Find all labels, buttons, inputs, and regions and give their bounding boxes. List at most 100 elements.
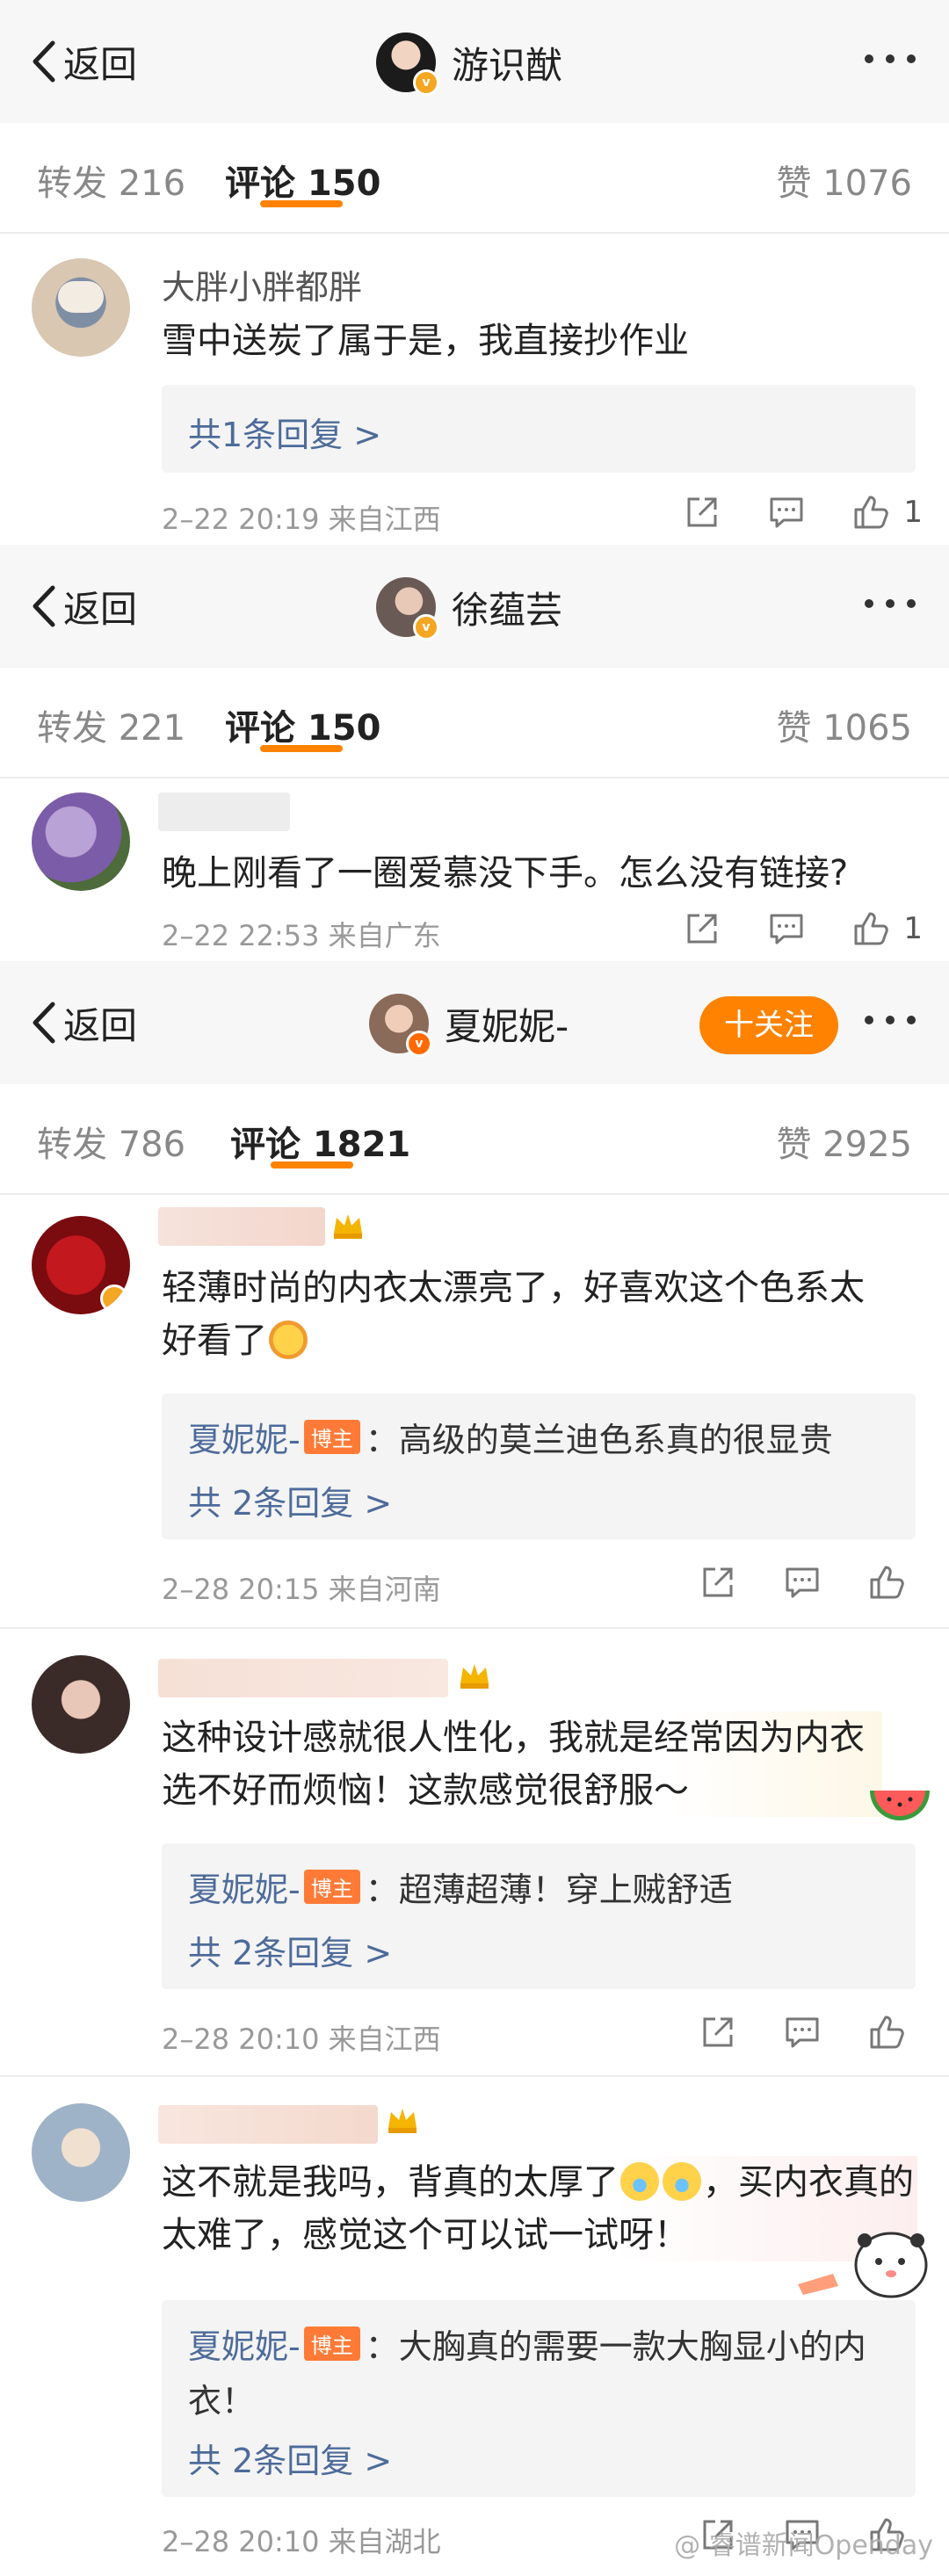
follow-button[interactable]: 十关注 — [699, 996, 838, 1054]
reply-author[interactable]: 夏妮妮- — [188, 2327, 301, 2366]
view-replies-link[interactable]: 共1条回复 > — [188, 408, 381, 456]
active-tab-underline — [260, 200, 343, 207]
more-dots-icon[interactable] — [865, 54, 916, 63]
tab-repost[interactable]: 转发 786 — [37, 1116, 185, 1167]
back-label: 返回 — [63, 42, 138, 86]
comment-meta: 2–28 20:15 来自河南 — [162, 1573, 441, 1606]
tab-comments[interactable]: 评论 150 — [225, 155, 380, 206]
avatar[interactable] — [32, 1655, 130, 1754]
like-icon[interactable] — [866, 2012, 907, 2052]
level-crown-icon — [334, 1214, 362, 1239]
comment-actions — [654, 1562, 907, 1603]
comment-icon[interactable] — [766, 492, 807, 532]
reply-box[interactable]: 夏妮妮- 博主 ：大胸真的需要一款大胸显小的内 衣！ 共 2条回复 > — [162, 2300, 916, 2497]
tab-comments[interactable]: 评论 1821 — [230, 1116, 410, 1167]
back-chevron-icon — [33, 40, 55, 83]
comment-meta: 2–22 20:19 来自江西 — [162, 503, 441, 536]
verified-badge-icon: v — [413, 614, 439, 640]
nav-header: 返回 v 游识猷 — [0, 0, 949, 123]
back-button[interactable]: 返回 — [28, 996, 137, 1049]
tab-likes[interactable]: 赞 1065 — [776, 699, 912, 750]
author-tag: 博主 — [303, 1420, 360, 1454]
reply-author[interactable]: 夏妮妮- — [188, 1421, 301, 1459]
comment-text: 这种设计感就很人性化，我就是经常因为内衣选不好而烦恼！这款感觉很舒服～ — [162, 1711, 882, 1817]
avatar[interactable] — [32, 1216, 130, 1314]
comment-text: 晚上刚看了一圈爱慕没下手。怎么没有链接? — [162, 853, 849, 894]
avatar[interactable] — [32, 258, 130, 357]
share-icon[interactable] — [682, 492, 722, 532]
verified-badge-icon: v — [406, 1031, 432, 1057]
author-name: 游识猷 — [452, 43, 563, 87]
reply-box[interactable]: 共1条回复 > — [162, 385, 916, 473]
tab-repost[interactable]: 转发 221 — [37, 699, 185, 750]
tab-comments[interactable]: 评论 150 — [225, 699, 380, 750]
like-icon[interactable] — [851, 492, 891, 532]
reply-box[interactable]: 夏妮妮- 博主 ：超薄超薄！穿上贼舒适 共 2条回复 > — [162, 1843, 916, 1989]
tab-likes[interactable]: 赞 2925 — [776, 1116, 912, 1167]
level-crown-icon — [460, 1664, 489, 1689]
cartoon-sticker-icon — [798, 2232, 928, 2298]
avatar[interactable]: v — [376, 577, 439, 640]
view-replies-link[interactable]: 共 2条回复 > — [188, 2434, 392, 2482]
comment-username[interactable]: 大胖小胖都胖 — [162, 260, 362, 308]
emoji-icon — [269, 1321, 308, 1359]
author-name: 徐蕴芸 — [452, 588, 563, 632]
blurred-username — [158, 1659, 448, 1697]
back-chevron-icon — [33, 1002, 55, 1044]
reply-box[interactable]: 夏妮妮- 博主 ：高级的莫兰迪色系真的很显贵 共 2条回复 > — [162, 1393, 916, 1539]
back-button[interactable]: 返回 — [28, 580, 137, 633]
more-dots-icon[interactable] — [865, 1016, 916, 1024]
active-tab-underline — [271, 1161, 353, 1169]
like-count: 1 — [903, 495, 923, 530]
reply-text: ：超薄超薄！穿上贼舒适 — [365, 1870, 733, 1909]
back-button[interactable]: 返回 — [28, 35, 137, 88]
avatar[interactable]: v — [369, 994, 432, 1057]
active-tab-underline — [260, 745, 343, 752]
reply-line: 夏妮妮- 博主 ：大胸真的需要一款大胸显小的内 — [188, 2319, 866, 2368]
post-author[interactable]: v 游识猷 — [376, 32, 563, 96]
like-icon[interactable] — [866, 1562, 907, 1603]
blurred-username — [158, 1207, 325, 1246]
divider — [0, 1627, 949, 1629]
reply-author[interactable]: 夏妮妮- — [188, 1870, 301, 1909]
back-label: 返回 — [63, 1003, 138, 1047]
comment-text-body: 轻薄时尚的内衣太漂亮了，好喜欢这个色系太好看了 — [162, 1268, 865, 1361]
comment-icon[interactable] — [766, 908, 807, 949]
comment-icon[interactable] — [782, 2012, 822, 2052]
reply-line: 夏妮妮- 博主 ：超薄超薄！穿上贼舒适 — [188, 1863, 733, 1911]
avatar[interactable]: v — [376, 33, 439, 96]
tab-likes[interactable]: 赞 1076 — [776, 155, 912, 206]
watermelon-icon — [870, 1791, 930, 1820]
post-author[interactable]: v 徐蕴芸 — [376, 576, 563, 640]
reply-line-continued: 衣！ — [188, 2382, 256, 2420]
post-author[interactable]: v 夏妮妮- — [369, 993, 569, 1057]
post-tabs: 转发 221 评论 150 赞 1065 — [0, 668, 949, 778]
watermark: @ 睿谱新闻Openday — [674, 2530, 933, 2561]
reply-text: ：大胸真的需要一款大胸显小的内 — [365, 2327, 866, 2366]
reply-text: ：高级的莫兰迪色系真的很显贵 — [365, 1421, 833, 1459]
blurred-username — [158, 792, 290, 831]
crying-emoji-icon — [620, 2162, 659, 2201]
back-label: 返回 — [63, 587, 138, 631]
author-tag: 博主 — [303, 2326, 360, 2361]
share-icon[interactable] — [698, 2012, 738, 2052]
view-replies-link[interactable]: 共 2条回复 > — [188, 1476, 392, 1524]
author-tag: 博主 — [303, 1870, 360, 1904]
weibo-panel-2: 返回 v 徐蕴芸 转发 221 评论 150 赞 1065 晚上刚看了一圈爱慕没… — [0, 545, 949, 961]
tab-repost[interactable]: 转发 216 — [37, 155, 185, 206]
comment-icon[interactable] — [782, 1562, 822, 1603]
avatar[interactable] — [32, 2103, 130, 2202]
share-icon[interactable] — [698, 1562, 738, 1603]
post-tabs: 转发 216 评论 150 赞 1076 — [0, 123, 949, 234]
comment-actions — [654, 2012, 907, 2052]
avatar[interactable] — [32, 792, 130, 891]
view-replies-link[interactable]: 共 2条回复 > — [188, 1926, 392, 1974]
nav-header: 返回 v 徐蕴芸 — [0, 545, 949, 668]
comment-text: 雪中送炭了属于是，我直接抄作业 — [162, 321, 689, 361]
like-count: 1 — [903, 911, 923, 946]
like-icon[interactable] — [851, 908, 891, 949]
comment-meta: 2–28 20:10 来自江西 — [162, 2022, 441, 2056]
share-icon[interactable] — [682, 908, 722, 949]
verified-badge-icon: v — [413, 69, 439, 96]
more-dots-icon[interactable] — [865, 599, 916, 608]
